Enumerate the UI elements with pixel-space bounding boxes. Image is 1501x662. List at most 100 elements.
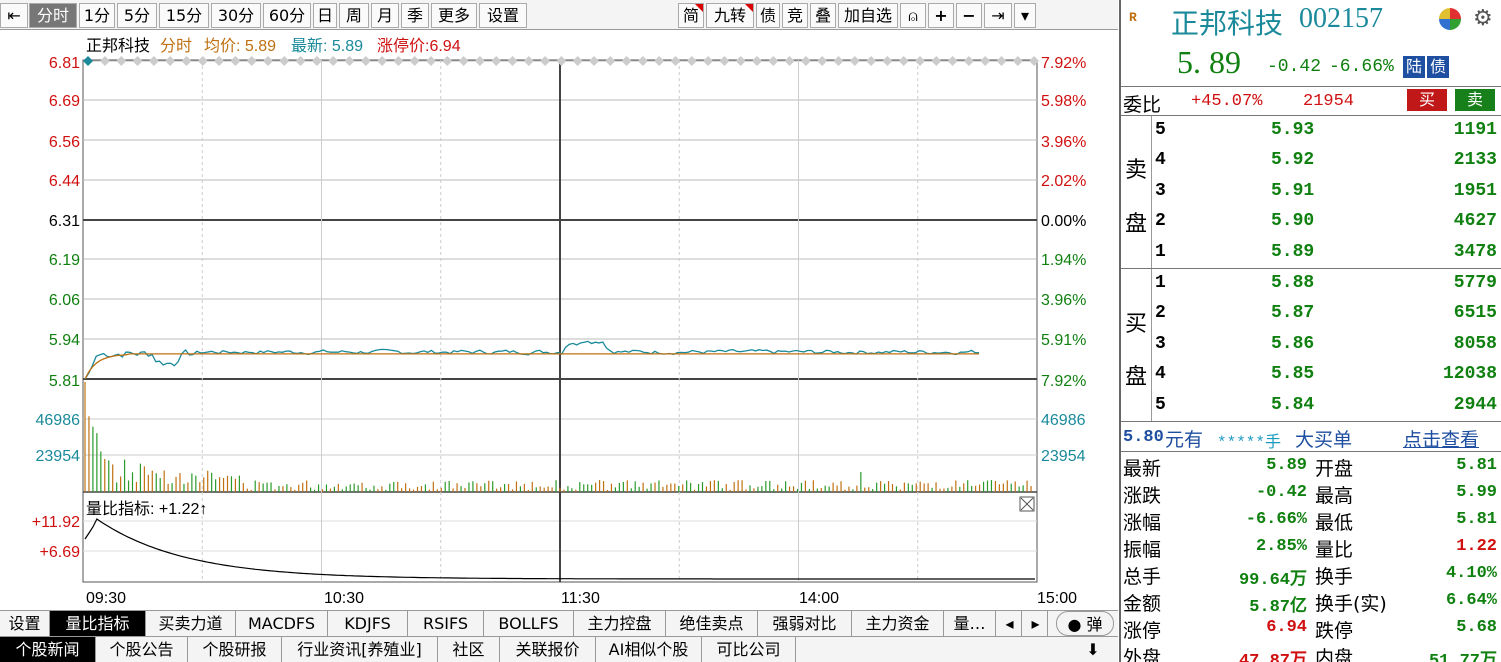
- tab-research[interactable]: 个股研报: [188, 637, 282, 662]
- bid-volume: 6515: [1453, 303, 1497, 324]
- ask-volume: 4627: [1453, 211, 1497, 232]
- weibi-pct: +45.07%: [1191, 92, 1263, 111]
- tab-1min[interactable]: 1分: [79, 3, 115, 28]
- pct-label: 7.92%: [1041, 373, 1086, 390]
- tab-macdfs[interactable]: MACDFS: [236, 611, 328, 636]
- buy-button[interactable]: 买: [1407, 89, 1447, 111]
- add-watchlist-button[interactable]: 加自选: [838, 3, 898, 28]
- price-change: -0.42: [1267, 57, 1322, 77]
- tab-kdjfs[interactable]: KDJFS: [328, 611, 408, 636]
- tab-announcements[interactable]: 个股公告: [96, 637, 188, 662]
- volume-label: 23954: [1041, 448, 1086, 465]
- tab-bollfs[interactable]: BOLLFS: [484, 611, 574, 636]
- stat-label: 最新: [1123, 458, 1162, 480]
- stat-label: 外盘: [1123, 647, 1162, 662]
- chart-stock-name: 正邦科技: [86, 37, 150, 55]
- close-indicator-icon[interactable]: [1019, 496, 1035, 512]
- price-label: 6.06: [49, 292, 80, 309]
- jiuzhuan-button[interactable]: 九转: [706, 3, 754, 28]
- tab-30min[interactable]: 30分: [211, 3, 261, 28]
- price-label: 5.94: [49, 332, 80, 349]
- pie-chart-icon[interactable]: [1439, 8, 1461, 30]
- r-badge-icon: R: [1129, 10, 1137, 25]
- ratio-label: +11.92: [32, 514, 80, 531]
- tab-15min[interactable]: 15分: [159, 3, 209, 28]
- big-buy-stars: *****手: [1217, 434, 1282, 452]
- price-label: 6.56: [49, 134, 80, 151]
- price-label: 6.31: [49, 213, 80, 230]
- lock-icon[interactable]: ⍝: [900, 3, 926, 28]
- tab-ai-similar[interactable]: AI相似个股: [596, 637, 702, 662]
- sell-side-label: 盘: [1125, 212, 1148, 237]
- price-label: 6.81: [49, 55, 80, 72]
- ask-level: 2: [1155, 211, 1166, 232]
- tab-industry-news[interactable]: 行业资讯[养殖业]: [282, 637, 438, 662]
- simple-button[interactable]: 简: [678, 3, 704, 28]
- chart-avg-price: 均价: 5.89: [204, 37, 276, 55]
- tab-month[interactable]: 月: [371, 3, 399, 28]
- tab-day[interactable]: 日: [313, 3, 337, 28]
- settings-button[interactable]: 设置: [479, 3, 527, 28]
- auction-button[interactable]: 竞: [782, 3, 808, 28]
- ask-level: 4: [1155, 150, 1166, 171]
- sell-button[interactable]: 卖: [1455, 89, 1495, 111]
- tab-strength[interactable]: 强弱对比: [758, 611, 852, 636]
- big-buy-price: 5.80: [1123, 428, 1164, 447]
- tab-main-control[interactable]: 主力控盘: [574, 611, 666, 636]
- goto-end-icon[interactable]: ⇥: [984, 3, 1012, 28]
- weibi-label: 委比: [1123, 94, 1162, 116]
- buy-side-label: 买: [1125, 312, 1148, 337]
- scroll-right-icon[interactable]: ▸: [1024, 611, 1048, 636]
- tab-community[interactable]: 社区: [438, 637, 500, 662]
- sell-side-label: 卖: [1125, 158, 1148, 183]
- zoom-out-icon[interactable]: −: [956, 3, 982, 28]
- scroll-left-icon[interactable]: ◂: [998, 611, 1022, 636]
- tab-season[interactable]: 季: [401, 3, 429, 28]
- pct-label: 3.96%: [1041, 134, 1086, 151]
- tab-settings[interactable]: 设置: [0, 611, 50, 636]
- popup-button[interactable]: ● 弹: [1056, 611, 1114, 636]
- chart-mode: 分时: [160, 37, 192, 55]
- tab-60min[interactable]: 60分: [263, 3, 311, 28]
- tab-volume-ratio[interactable]: 量比指标: [50, 611, 146, 636]
- tab-stock-news[interactable]: 个股新闻: [0, 637, 96, 662]
- tab-fenshi[interactable]: 分时: [29, 3, 77, 28]
- time-label: 14:00: [799, 590, 839, 607]
- buy-side-label: 盘: [1125, 365, 1148, 390]
- stat-label: 振幅: [1123, 539, 1162, 561]
- zoom-in-icon[interactable]: +: [928, 3, 954, 28]
- first-icon[interactable]: ⇤: [0, 3, 28, 28]
- tab-5min[interactable]: 5分: [117, 3, 157, 28]
- tab-week[interactable]: 周: [339, 3, 369, 28]
- dropdown-icon[interactable]: ▾: [1014, 3, 1036, 28]
- tab-main-funds[interactable]: 主力资金: [852, 611, 944, 636]
- intraday-chart[interactable]: 正邦科技 分时 均价: 5.89 最新: 5.89 涨停价:6.94 6.81 …: [0, 30, 1118, 610]
- stat-value: 4.10%: [1445, 564, 1497, 583]
- bond-badge: 债: [1427, 56, 1449, 78]
- ask-volume: 2133: [1453, 150, 1497, 171]
- stat-label: 量比: [1315, 539, 1354, 561]
- view-details-link[interactable]: 点击查看: [1403, 425, 1479, 452]
- tab-more[interactable]: 更多: [431, 3, 477, 28]
- ask-volume: 1191: [1453, 120, 1497, 140]
- time-label: 11:30: [561, 590, 600, 607]
- news-tabs: 个股新闻 个股公告 个股研报 行业资讯[养殖业] 社区 关联报价 AI相似个股 …: [0, 636, 1118, 662]
- tab-comparable[interactable]: 可比公司: [702, 637, 796, 662]
- ask-volume: 1951: [1453, 180, 1497, 201]
- volume-label: 46986: [1041, 412, 1086, 429]
- tab-buy-sell-force[interactable]: 买卖力道: [146, 611, 236, 636]
- bond-button[interactable]: 债: [756, 3, 780, 28]
- tab-related-quotes[interactable]: 关联报价: [500, 637, 596, 662]
- tab-rsifs[interactable]: RSIFS: [408, 611, 484, 636]
- overlay-button[interactable]: 叠: [810, 3, 836, 28]
- tab-more-indicator[interactable]: 量…: [944, 611, 996, 636]
- ratio-title: 量比指标: +1.22↑: [86, 500, 207, 518]
- pct-label: 0.00%: [1041, 213, 1086, 230]
- period-toolbar: ⇤ 分时 1分 5分 15分 30分 60分 日 周 月 季 更多 设置 简 九…: [0, 0, 1118, 30]
- gear-icon[interactable]: ⚙: [1473, 6, 1493, 32]
- stock-code: 002157: [1299, 3, 1383, 34]
- stat-value: 5.89: [1266, 456, 1307, 475]
- ask-price: 5.89: [1271, 241, 1315, 262]
- tab-best-sell[interactable]: 绝佳卖点: [666, 611, 758, 636]
- download-icon[interactable]: ⬇: [1078, 637, 1108, 662]
